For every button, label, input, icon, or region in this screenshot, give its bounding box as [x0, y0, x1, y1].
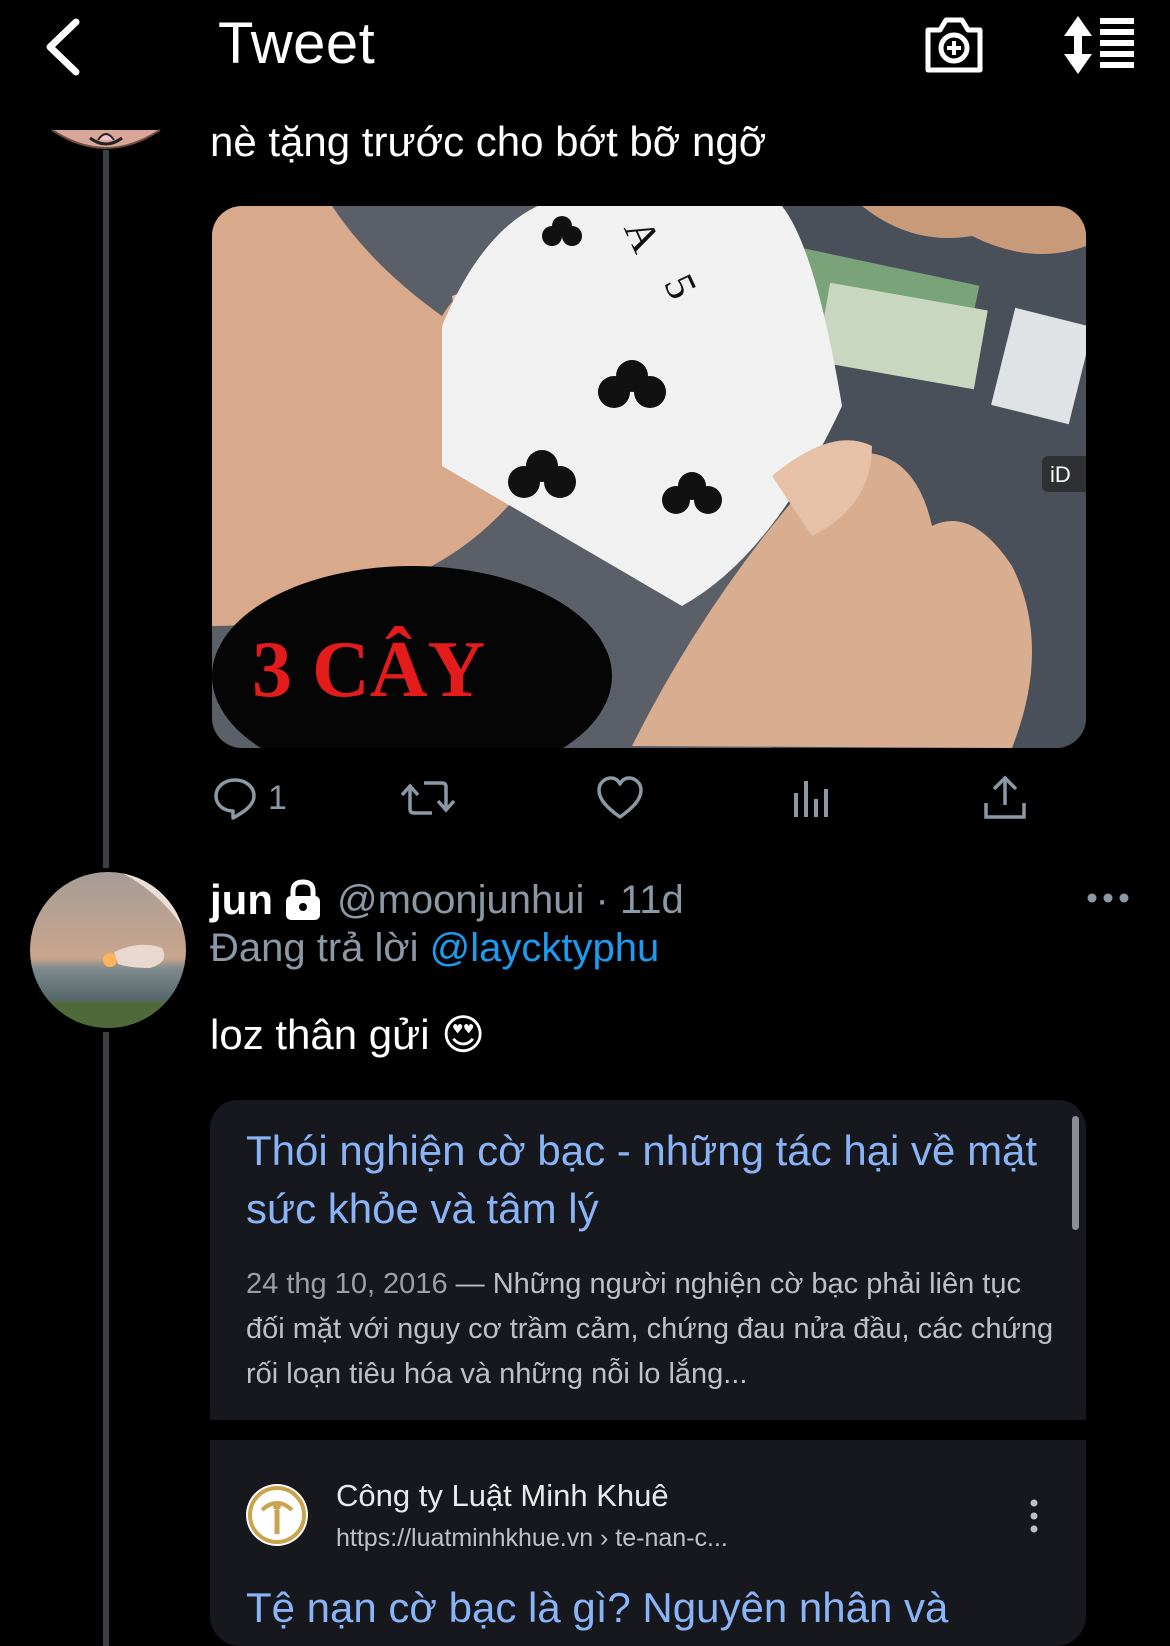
analytics-icon	[794, 781, 828, 817]
avatar[interactable]	[30, 872, 186, 1028]
share-button[interactable]	[982, 770, 1028, 826]
search-result-card[interactable]: Công ty Luật Minh Khuê https://luatminhk…	[210, 1440, 1086, 1646]
reply-count: 1	[268, 778, 287, 817]
site-logo-icon	[246, 1484, 308, 1546]
more-vertical-icon	[1030, 1499, 1038, 1533]
replying-to: Đang trả lời @laycktyphu	[210, 926, 659, 971]
page-title: Tweet	[218, 11, 376, 76]
like-button[interactable]	[596, 770, 644, 826]
reply-tweet-text: loz thân gửi 😍	[210, 1010, 485, 1059]
tweet-text: nè tặng trước cho bớt bỡ ngỡ	[210, 118, 767, 165]
reply-mention-link[interactable]: @laycktyphu	[430, 926, 660, 970]
retweet-icon	[400, 781, 456, 815]
media-caption: 3 CÂY	[252, 626, 485, 714]
avatar[interactable]	[50, 100, 162, 156]
thread-line-bottom	[103, 1032, 109, 1646]
search-result-card[interactable]: Thói nghiện cờ bạc - những tác hại về mặ…	[210, 1100, 1086, 1420]
search-result-date: 24 thg 10, 2016	[246, 1268, 448, 1300]
media-watermark: iD	[1050, 462, 1071, 487]
reply-button[interactable]: 1	[212, 770, 287, 826]
handle-and-time[interactable]: @moonjunhui · 11d	[337, 878, 684, 923]
search-result-title[interactable]: Thói nghiện cờ bạc - những tác hại về mặ…	[246, 1122, 1046, 1238]
retweet-button[interactable]	[400, 770, 456, 826]
sort-button[interactable]	[1060, 14, 1138, 76]
tweet-header: jun @moonjunhui · 11d	[210, 876, 684, 924]
more-options-button[interactable]	[1028, 1498, 1040, 1534]
thread-line-top	[103, 150, 109, 868]
reply-text: loz thân gửi	[210, 1011, 430, 1058]
top-bar: Tweet	[0, 0, 1170, 100]
heart-icon	[597, 776, 643, 819]
reply-prefix: Đang trả lời	[210, 926, 419, 970]
tweet-actions: 1	[212, 770, 1042, 826]
chevron-left-icon	[46, 18, 80, 76]
camera-button[interactable]	[922, 14, 986, 76]
back-button[interactable]	[40, 12, 100, 82]
camera-plus-icon	[925, 17, 983, 73]
share-icon	[984, 775, 1026, 819]
display-name[interactable]: jun	[210, 876, 273, 924]
search-result-snippet: 24 thg 10, 2016 — Những người nghiện cờ …	[246, 1262, 1066, 1397]
reply-icon	[214, 778, 256, 820]
site-name[interactable]: Công ty Luật Minh Khuê	[336, 1478, 669, 1514]
lock-icon	[285, 879, 320, 920]
site-url[interactable]: https://luatminhkhue.vn › te-nan-c...	[336, 1524, 728, 1553]
more-horizontal-icon	[1087, 893, 1129, 903]
sort-list-icon	[1064, 16, 1134, 74]
search-result-title[interactable]: Tệ nạn cờ bạc là gì? Nguyên nhân và	[246, 1584, 948, 1632]
views-button[interactable]	[790, 770, 834, 826]
heart-eyes-emoji: 😍	[441, 1011, 486, 1058]
scrollbar[interactable]	[1072, 1116, 1079, 1230]
more-options-button[interactable]	[1086, 886, 1130, 910]
tweet-media-image[interactable]: A 5 iD 3 CÂY	[212, 206, 1086, 748]
